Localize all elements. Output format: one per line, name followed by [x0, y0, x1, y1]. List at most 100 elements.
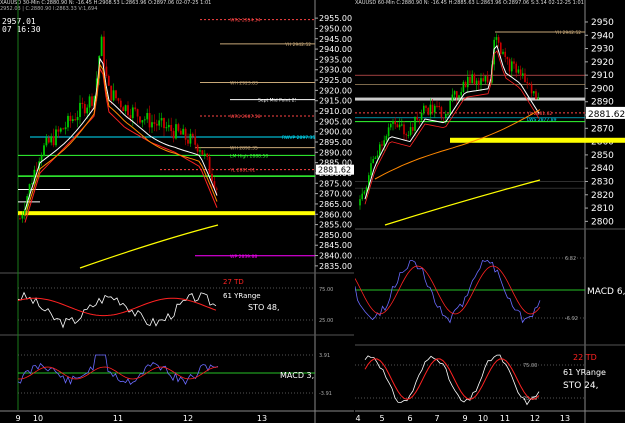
- left-ytick-label: 2925.00: [319, 76, 352, 85]
- right-candle-body: [508, 59, 511, 72]
- right-grey-band: [355, 97, 585, 101]
- right-ytick-label: 2910: [591, 71, 614, 81]
- left-candle-body: [110, 85, 113, 101]
- right-ytick-label: 2820: [591, 191, 614, 201]
- right-candle-body: [414, 116, 416, 131]
- left-macd-level-label: 3.91: [319, 353, 330, 359]
- right-xtick-label: 5: [379, 414, 384, 423]
- left-candle-body: [151, 122, 153, 128]
- left-candle-body: [170, 124, 173, 132]
- right-candle-body: [359, 199, 361, 206]
- right-candle-body: [460, 91, 462, 96]
- right-candle-body: [427, 108, 429, 115]
- left-ytick-label: 2935.00: [319, 55, 352, 64]
- left-candle-body: [179, 130, 182, 135]
- right-candle-body: [500, 42, 502, 54]
- left-macd-line: [17, 354, 219, 386]
- left-sto-k-line: [17, 291, 217, 329]
- right-candle-body: [383, 140, 385, 146]
- right-xtick-label: 13: [560, 414, 570, 423]
- right-candle-body: [533, 91, 535, 94]
- left-candle-body: [191, 133, 194, 137]
- left-sto-d-line: [17, 297, 217, 317]
- right-candle-body: [409, 127, 412, 135]
- right-ytick-label: 2950: [591, 18, 614, 28]
- right-candle-body: [504, 51, 506, 57]
- left-candle-body: [69, 115, 72, 121]
- right-candle-body: [387, 127, 390, 137]
- left-candle-body: [64, 127, 67, 130]
- right-candle-body: [412, 127, 414, 131]
- left-candle-body: [194, 136, 197, 145]
- right-candle-body: [420, 112, 423, 121]
- right-candle-body: [425, 105, 427, 109]
- left-level-annotation: YL 2881.61: [229, 168, 255, 174]
- left-ytick-label: 2950.00: [319, 24, 352, 33]
- right-candle-body: [515, 63, 517, 73]
- left-xtick-label: 11: [113, 414, 123, 423]
- left-level-annotation: RWVP 2897.35: [282, 135, 315, 141]
- right-xtick-label: 4: [355, 414, 360, 423]
- right-xtick-label: 10: [478, 414, 488, 423]
- right-candle-body: [530, 84, 533, 94]
- left-sto-td: 27 TD: [223, 278, 244, 286]
- left-ytick-label: 2855.00: [319, 221, 352, 230]
- right-price-label: 2881.62: [588, 110, 625, 120]
- right-candle-body: [370, 163, 372, 176]
- right-price-plot[interactable]: 2950294029302920291029002890288028702860…: [355, 0, 625, 423]
- right-chart-60min[interactable]: XAUUSD 60-Min C:2880.90 N: -16.45 H:2885…: [355, 0, 625, 423]
- right-candle-body: [392, 121, 394, 124]
- right-ytick-label: 2830: [591, 177, 614, 187]
- left-price-plot[interactable]: 2955.002950.00 2945.002940.002935.00 2930.…: [0, 0, 354, 423]
- left-ytick-label: 2860.00: [319, 210, 352, 219]
- right-candle-body: [502, 51, 504, 54]
- left-candle-body: [206, 153, 209, 157]
- right-level-annotation: YH 2942.52: [554, 30, 581, 36]
- left-candle-body: [40, 155, 43, 162]
- right-candle-body: [537, 98, 539, 100]
- right-candle-body: [478, 80, 480, 85]
- left-ytick-label: 2955.00: [319, 14, 352, 23]
- right-candle-body: [506, 56, 509, 60]
- left-price-label: 2881.62: [318, 166, 351, 175]
- left-candle-body: [215, 188, 218, 190]
- right-ytick-label: 2930: [591, 45, 614, 55]
- left-sto-range: 61 YRange: [223, 292, 261, 300]
- right-level-annotation: YL 2881.62: [526, 111, 552, 117]
- left-candle-body: [103, 36, 105, 67]
- right-candle-body: [363, 191, 366, 194]
- left-level-annotation: WH 2892.35: [230, 146, 258, 152]
- left-level-annotation: WR1 2907.58: [230, 114, 261, 120]
- left-candle-body: [211, 173, 213, 182]
- left-level-annotation: LM High 2888.50: [230, 153, 268, 159]
- right-candle-body: [436, 105, 438, 107]
- right-candle-body: [471, 74, 473, 84]
- right-candle-body: [511, 61, 513, 72]
- left-candle-body: [199, 150, 201, 152]
- left-candle-body: [55, 129, 57, 146]
- right-candle-body: [396, 124, 399, 128]
- left-candle-body: [158, 120, 161, 126]
- left-candle-body: [143, 119, 146, 121]
- right-sto-k-line: [364, 354, 540, 406]
- left-candle-body: [177, 124, 180, 131]
- left-candle-body: [134, 107, 137, 110]
- left-candle-body: [81, 102, 84, 104]
- left-macd-level-label: -3.91: [319, 391, 332, 397]
- right-candle-body: [379, 144, 381, 156]
- left-candle-body: [67, 115, 69, 128]
- right-xtick-label: 12: [530, 414, 540, 423]
- left-candle-body: [21, 214, 24, 219]
- left-candle-body: [19, 218, 21, 220]
- left-candle-body: [117, 98, 120, 101]
- right-candle-body: [517, 69, 520, 73]
- right-candle-body: [434, 105, 436, 113]
- left-chart-30min[interactable]: XAUUSD 30-Min C:2880.90 N: -16.45 H:2908…: [0, 0, 354, 423]
- right-candle-body: [381, 144, 383, 146]
- left-candle-body: [52, 136, 55, 146]
- right-candle-body: [418, 119, 421, 121]
- right-candle-body: [438, 105, 440, 108]
- left-ma-yellow: [79, 224, 219, 269]
- left-candle-body: [136, 109, 139, 117]
- left-xtick-label: 9: [15, 414, 20, 423]
